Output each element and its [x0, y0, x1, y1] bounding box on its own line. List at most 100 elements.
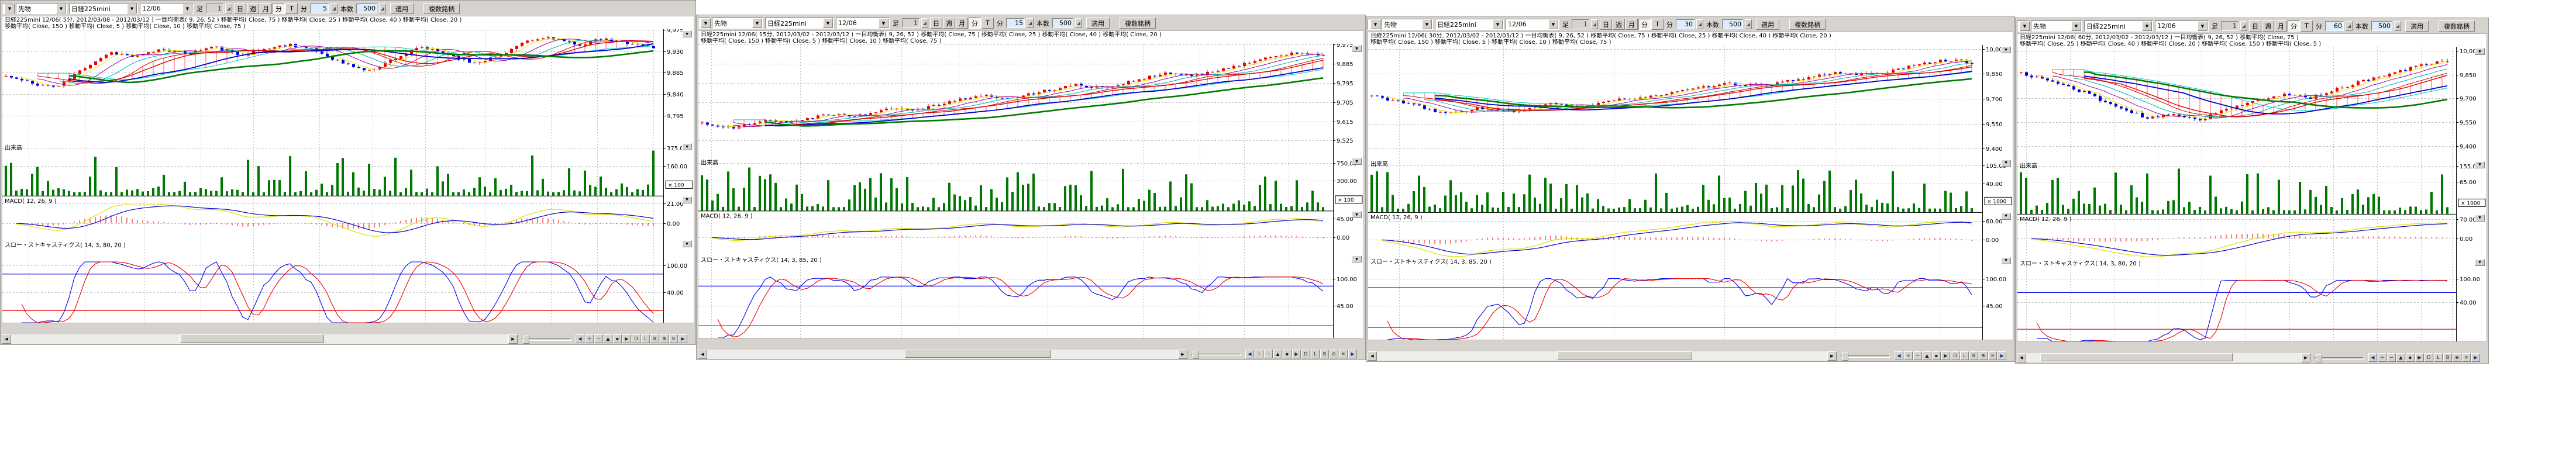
pane-scale-dropdown-button[interactable]: ▼ [682, 30, 692, 37]
close-x-button[interactable]: ✕ [669, 334, 678, 343]
jump-start-button[interactable]: ◀ [1245, 350, 1254, 358]
step-forward-button[interactable]: ▶ [1941, 351, 1950, 360]
zoom-out-button[interactable]: − [1913, 351, 1922, 360]
period-button-日[interactable]: 日 [1600, 19, 1612, 30]
zoom-out-button[interactable]: − [1264, 350, 1273, 358]
step-forward-button[interactable]: ▶ [622, 334, 631, 343]
period-button-日[interactable]: 日 [2249, 20, 2261, 32]
apply-button[interactable]: 適用 [1086, 18, 1110, 29]
spinner-icon[interactable]: ◢ [2394, 21, 2401, 31]
mode-l-button[interactable]: L [1311, 350, 1320, 358]
spinner-icon[interactable]: ◢ [921, 18, 928, 28]
period-button-週[interactable]: 週 [1613, 19, 1625, 30]
contract-select[interactable]: 12/06 ▼ [836, 18, 890, 29]
step-forward-button[interactable]: ▶ [1292, 350, 1301, 358]
dot-mode-button[interactable]: ▪ [2406, 353, 2415, 362]
period-button-T[interactable]: T [1651, 19, 1664, 30]
zoom-in-button[interactable]: ＋ [585, 334, 594, 343]
apply-button[interactable]: 適用 [2405, 20, 2429, 32]
slider-thumb[interactable] [1193, 351, 1199, 359]
minute-value-field[interactable]: 60 [2325, 21, 2344, 31]
scroll-left-button[interactable]: ◀ [698, 350, 707, 359]
chart-canvas[interactable]: 16:3003/0616:3003/0716:3003/0816:3003/09… [2017, 47, 2487, 342]
period-button-T[interactable]: T [285, 3, 298, 14]
jump-end-button[interactable]: ▶ [679, 334, 687, 343]
category-select[interactable]: 先物 ▼ [712, 18, 763, 29]
spinner-icon[interactable]: ◢ [225, 4, 232, 13]
period-button-週[interactable]: 週 [247, 3, 259, 14]
spinner-icon[interactable]: ◢ [1075, 18, 1082, 28]
chart-canvas[interactable]: 03/0812:0020:0003/0912:0020:0003/1003/12… [698, 44, 1364, 338]
period-button-分[interactable]: 分 [2288, 20, 2300, 32]
slider-thumb[interactable] [1842, 353, 1848, 361]
pane-scale-dropdown-button[interactable]: ▼ [2475, 48, 2485, 55]
period-button-日[interactable]: 日 [930, 18, 942, 29]
period-button-月[interactable]: 月 [1626, 19, 1638, 30]
scroll-right-button[interactable]: ▶ [2301, 353, 2310, 362]
mode-d-button[interactable]: D [2425, 353, 2433, 362]
chart-canvas[interactable]: 03/0503/0603/0703/0803/0903/1210,0009,85… [1368, 45, 2013, 340]
slider-thumb[interactable] [2316, 354, 2322, 362]
period-button-週[interactable]: 週 [2262, 20, 2274, 32]
zoom-slider[interactable] [1840, 351, 1891, 361]
zoom-slider[interactable] [1190, 350, 1242, 359]
dot-mode-button[interactable]: ▪ [1932, 351, 1941, 360]
hidden-select[interactable]: ▼ [1368, 19, 1380, 30]
jump-end-button[interactable]: ▶ [1998, 351, 2006, 360]
scroll-right-button[interactable]: ▶ [1178, 350, 1187, 359]
mode-b-button[interactable]: B [1320, 350, 1329, 358]
pane-scale-dropdown-button[interactable]: ▼ [2475, 259, 2485, 266]
category-select[interactable]: 先物 ▼ [2031, 20, 2082, 32]
chart-area[interactable]: 日経225mini 12/06( 30分, 2012/03/02 - 2012/… [1368, 32, 2013, 340]
spinner-icon[interactable]: ◢ [1027, 18, 1034, 28]
chart-canvas[interactable]: 09:2010:4012:0013:2014:4017:2018:4020:00… [2, 29, 694, 323]
symbol-select[interactable]: 日経225mini ▼ [69, 3, 138, 14]
zoom-out-button[interactable]: − [594, 334, 603, 343]
mode-b-button[interactable]: B [650, 334, 659, 343]
ashi-count-field[interactable]: 1 [902, 18, 919, 28]
spinner-icon[interactable]: ◢ [1696, 19, 1703, 29]
magnify-button[interactable]: ⊕ [1979, 351, 1988, 360]
pane-scale-dropdown-button[interactable]: ▼ [1352, 255, 1362, 262]
zoom-slider[interactable] [2313, 353, 2365, 362]
bar-width-button[interactable]: ▲ [2396, 353, 2405, 362]
multi-symbol-button[interactable]: 複数銘柄 [423, 3, 460, 14]
chart-area[interactable]: 日経225mini 12/06( 15分, 2012/03/02 - 2012/… [698, 30, 1364, 338]
chart-area[interactable]: 日経225mini 12/06( 5分, 2012/03/08 - 2012/0… [2, 16, 694, 323]
scroll-left-button[interactable]: ◀ [1368, 351, 1377, 361]
bar-count-field[interactable]: 500 [1052, 18, 1073, 28]
mode-d-button[interactable]: D [1301, 350, 1310, 358]
scrollbar-thumb[interactable] [2040, 353, 2233, 361]
bar-count-field[interactable]: 500 [1722, 19, 1743, 29]
category-select[interactable]: 先物 ▼ [1382, 19, 1433, 30]
slider-thumb[interactable] [523, 336, 529, 344]
contract-select[interactable]: 12/06 ▼ [140, 3, 194, 14]
pane-scale-dropdown-button[interactable]: ▼ [1352, 211, 1362, 218]
scrollbar-thumb[interactable] [905, 350, 1051, 358]
pane-scale-dropdown-button[interactable]: ▼ [1352, 158, 1362, 165]
bar-width-button[interactable]: ▲ [1273, 350, 1282, 358]
zoom-in-button[interactable]: ＋ [1255, 350, 1263, 358]
period-button-月[interactable]: 月 [956, 18, 968, 29]
hidden-select[interactable]: ▼ [698, 18, 710, 29]
pane-scale-dropdown-button[interactable]: ▼ [682, 240, 692, 247]
chart-area[interactable]: 日経225mini 12/06( 60分, 2012/03/02 - 2012/… [2017, 33, 2487, 342]
magnify-button[interactable]: ⊕ [1330, 350, 1338, 358]
scrollbar-thumb[interactable] [180, 334, 324, 343]
pane-scale-dropdown-button[interactable]: ▼ [2001, 160, 2011, 167]
period-button-日[interactable]: 日 [234, 3, 246, 14]
close-x-button[interactable]: ✕ [1988, 351, 1997, 360]
mode-d-button[interactable]: D [1951, 351, 1959, 360]
multi-symbol-button[interactable]: 複数銘柄 [1789, 19, 1826, 30]
spinner-icon[interactable]: ◢ [1745, 19, 1752, 29]
mode-l-button[interactable]: L [2434, 353, 2443, 362]
jump-end-button[interactable]: ▶ [2471, 353, 2480, 362]
period-button-分[interactable]: 分 [273, 3, 285, 14]
mode-l-button[interactable]: L [1960, 351, 1969, 360]
category-select[interactable]: 先物 ▼ [16, 3, 67, 14]
close-x-button[interactable]: ✕ [2462, 353, 2471, 362]
contract-select[interactable]: 12/06 ▼ [2155, 20, 2209, 32]
jump-start-button[interactable]: ◀ [1895, 351, 1903, 360]
hidden-select[interactable]: ▼ [2017, 20, 2029, 32]
apply-button[interactable]: 適用 [1756, 19, 1779, 30]
